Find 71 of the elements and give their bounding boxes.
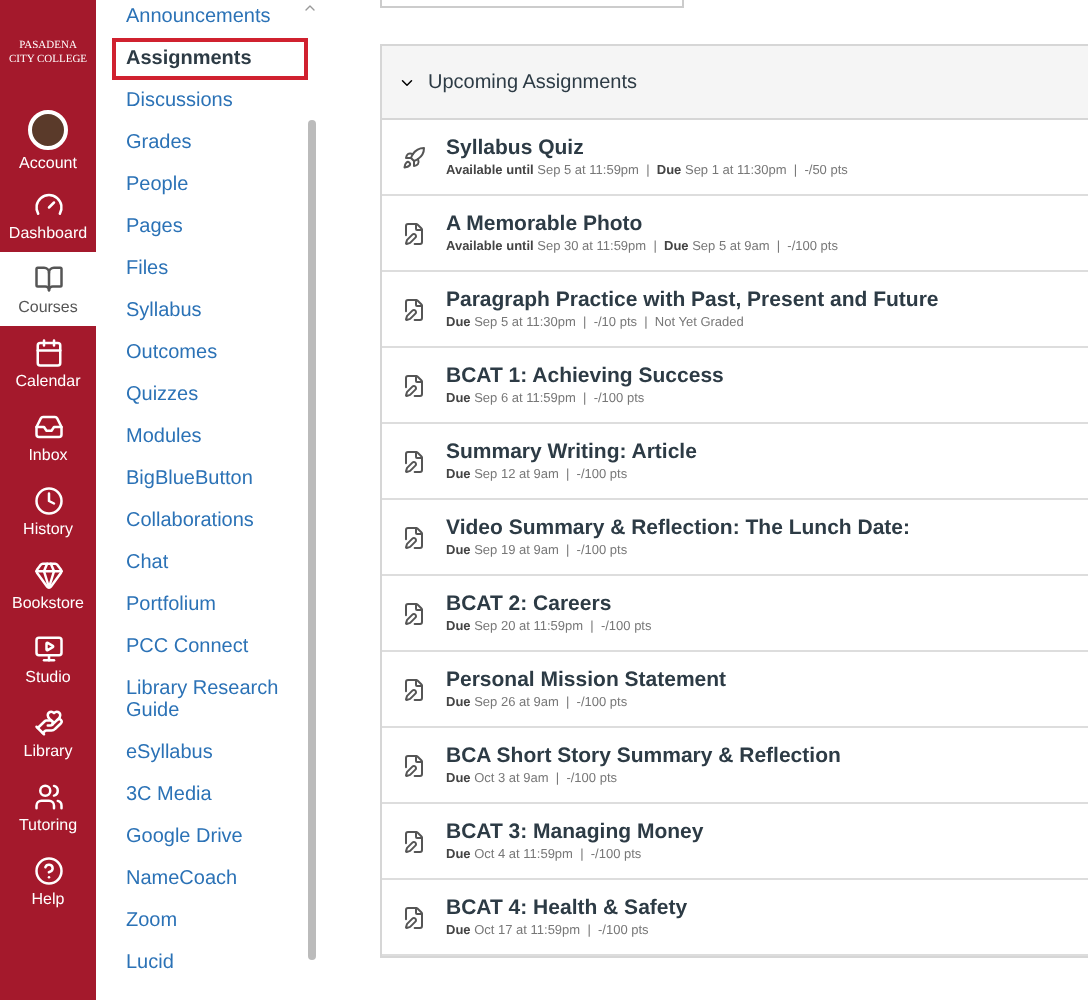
- assignment-title[interactable]: BCA Short Story Summary & Reflection: [446, 744, 841, 768]
- document-edit-icon: [402, 525, 426, 549]
- search-field[interactable]: [380, 0, 684, 8]
- document-edit-icon: [402, 829, 426, 853]
- course-nav-link[interactable]: Quizzes: [112, 374, 308, 416]
- inbox-icon: [33, 411, 63, 441]
- assignment-title[interactable]: BCAT 4: Health & Safety: [446, 896, 688, 920]
- global-nav-item[interactable]: Bookstore: [0, 548, 96, 622]
- course-nav-link[interactable]: 3C Media: [112, 774, 308, 816]
- group-header[interactable]: Upcoming Assignments: [382, 46, 1088, 120]
- scrollbar[interactable]: [308, 120, 316, 960]
- course-nav-link[interactable]: eSyllabus: [112, 732, 308, 774]
- course-nav-link[interactable]: Assignments: [112, 38, 308, 80]
- studio-icon: [33, 633, 63, 663]
- assignment-title[interactable]: Syllabus Quiz: [446, 136, 848, 160]
- scroll-up-icon[interactable]: [302, 0, 318, 16]
- assignment-title[interactable]: BCAT 3: Managing Money: [446, 820, 704, 844]
- global-nav-item[interactable]: Courses: [0, 252, 96, 326]
- course-nav-link[interactable]: Files: [112, 248, 308, 290]
- dashboard-icon: [33, 189, 63, 219]
- global-nav-item[interactable]: Studio: [0, 622, 96, 696]
- course-nav-link[interactable]: Discussions: [112, 80, 308, 122]
- course-nav-link[interactable]: Outcomes: [112, 332, 308, 374]
- rocket-icon: [402, 145, 426, 169]
- course-nav-link[interactable]: Google Drive: [112, 816, 308, 858]
- course-nav-link[interactable]: Portfolium: [112, 584, 308, 626]
- courses-icon: [33, 263, 63, 293]
- document-edit-icon: [402, 601, 426, 625]
- document-edit-icon: [402, 449, 426, 473]
- course-nav-link[interactable]: Modules: [112, 416, 308, 458]
- global-nav-item[interactable]: Dashboard: [0, 178, 96, 252]
- course-nav-link[interactable]: Zoom: [112, 900, 308, 942]
- global-nav-item[interactable]: Tutoring: [0, 770, 96, 844]
- global-nav-item[interactable]: Inbox: [0, 400, 96, 474]
- assignment-title[interactable]: BCAT 2: Careers: [446, 592, 652, 616]
- calendar-icon: [33, 337, 63, 367]
- assignment-title[interactable]: A Memorable Photo: [446, 212, 838, 236]
- global-nav-item[interactable]: History: [0, 474, 96, 548]
- document-edit-icon: [402, 221, 426, 245]
- document-edit-icon: [402, 297, 426, 321]
- assignment-title[interactable]: Personal Mission Statement: [446, 668, 727, 692]
- bookstore-icon: [33, 559, 63, 589]
- document-edit-icon: [402, 677, 426, 701]
- course-nav-link[interactable]: NameCoach: [112, 858, 308, 900]
- course-nav-link[interactable]: People: [112, 164, 308, 206]
- course-nav-link[interactable]: Grades: [112, 122, 308, 164]
- course-nav-link[interactable]: Collaborations: [112, 500, 308, 542]
- course-nav-link[interactable]: Lucid: [112, 942, 308, 984]
- course-nav-link[interactable]: Announcements: [112, 0, 308, 38]
- global-nav-item[interactable]: Help: [0, 844, 96, 918]
- global-nav-item[interactable]: Library: [0, 696, 96, 770]
- course-nav-link[interactable]: Pages: [112, 206, 308, 248]
- document-edit-icon: [402, 905, 426, 929]
- tutoring-icon: [33, 781, 63, 811]
- document-edit-icon: [402, 753, 426, 777]
- assignment-title[interactable]: BCAT 1: Achieving Success: [446, 364, 724, 388]
- global-nav-item[interactable]: Account: [0, 104, 96, 178]
- assignment-title[interactable]: Video Summary & Reflection: The Lunch Date:: [446, 516, 911, 540]
- course-nav-link[interactable]: Syllabus: [112, 290, 308, 332]
- history-icon: [33, 485, 63, 515]
- global-nav-item[interactable]: Calendar: [0, 326, 96, 400]
- course-nav-link[interactable]: Chat: [112, 542, 308, 584]
- help-icon: [33, 855, 63, 885]
- course-nav-link[interactable]: BigBlueButton: [112, 458, 308, 500]
- library-icon: [33, 707, 63, 737]
- assignment-title[interactable]: Summary Writing: Article: [446, 440, 697, 464]
- course-nav-link[interactable]: PCC Connect: [112, 626, 308, 668]
- course-nav-link[interactable]: Library Research Guide: [112, 668, 308, 732]
- document-edit-icon: [402, 373, 426, 397]
- avatar-icon: [28, 110, 68, 150]
- assignment-title[interactable]: Paragraph Practice with Past, Present and Future: [446, 288, 939, 312]
